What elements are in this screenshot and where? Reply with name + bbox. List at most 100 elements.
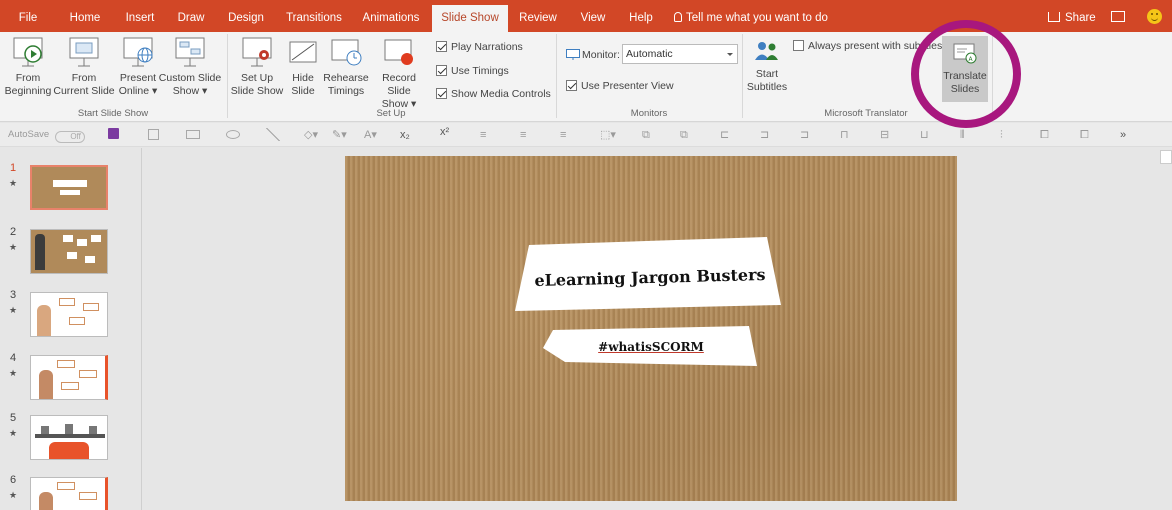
thumb-bubble-shape <box>59 298 75 306</box>
align-left-icon[interactable]: ≡ <box>480 129 486 141</box>
from-current-slide-button[interactable]: From Current Slide <box>52 36 116 98</box>
rehearse-timings-button[interactable]: Rehearse Timings <box>322 36 370 98</box>
align-objects-center-icon[interactable]: ⊐ <box>760 129 769 141</box>
tab-view[interactable]: View <box>574 0 612 32</box>
lightbulb-icon <box>674 12 682 22</box>
send-backward-icon[interactable]: ⧉ <box>680 129 688 141</box>
share-button[interactable]: Share <box>1048 0 1096 32</box>
current-slide[interactable]: eLearning Jargon Busters #whatisSCORM <box>345 156 957 501</box>
tab-review[interactable]: Review <box>514 0 562 32</box>
tab-file[interactable]: File <box>8 0 48 32</box>
tab-slide-show[interactable]: Slide Show <box>432 5 508 32</box>
thumb-box-shape <box>65 424 73 434</box>
from-beginning-button[interactable]: From Beginning <box>4 36 52 98</box>
subtitles-people-icon <box>755 42 778 60</box>
align-objects-left-icon[interactable]: ⊏ <box>720 129 729 141</box>
thumb-box-shape <box>41 426 49 434</box>
more-overflow-icon[interactable]: » <box>1120 129 1126 141</box>
save-icon[interactable] <box>108 128 119 139</box>
text-box-icon[interactable] <box>148 129 159 140</box>
thumb-person-shape <box>39 370 53 399</box>
thumb-bubble-shape <box>61 382 79 390</box>
slide-subtitle[interactable]: #whatisSCORM <box>553 340 749 354</box>
rehearse-line2: Timings <box>327 85 365 97</box>
slide-thumbnail-3[interactable] <box>30 292 108 337</box>
ribbon-tab-bar: File Home Insert Draw Design Transitions… <box>0 0 1172 32</box>
font-icon[interactable]: A▾ <box>364 129 377 141</box>
slide-thumbnail-5[interactable] <box>30 415 108 460</box>
autosave-toggle[interactable]: AutoSave Off <box>8 129 85 143</box>
share-label: Share <box>1065 12 1096 24</box>
bring-forward-icon[interactable]: ⧉ <box>642 129 650 141</box>
record-line1: Record Slide <box>382 72 416 97</box>
use-presenter-view-checkbox[interactable]: Use Presenter View <box>566 80 674 93</box>
arrange-icon[interactable]: ⬚▾ <box>600 129 616 141</box>
from-current-line1: From <box>71 72 97 84</box>
present-online-button[interactable]: Present Online ▾ <box>116 36 160 98</box>
hide-slide-button[interactable]: Hide Slide <box>286 36 320 98</box>
tab-home[interactable]: Home <box>62 0 108 32</box>
slide-thumbnail-4[interactable] <box>30 355 108 400</box>
tab-transitions[interactable]: Transitions <box>282 0 346 32</box>
tell-me-search[interactable]: Tell me what you want to do <box>674 0 828 32</box>
subscript-icon[interactable]: x₂ <box>400 129 410 141</box>
vertical-scrollbar-thumb[interactable] <box>1160 150 1172 164</box>
smiley-feedback-icon[interactable] <box>1147 9 1162 24</box>
play-from-current-icon <box>69 37 99 67</box>
ribbon-separator <box>556 34 557 118</box>
star-icon: ★ <box>9 178 18 188</box>
record-slide-show-button[interactable]: Record Slide Show ▾ <box>370 36 428 111</box>
group-objects-icon[interactable]: ⧠ <box>1040 129 1049 141</box>
align-right-icon[interactable]: ≡ <box>560 129 566 141</box>
tab-insert[interactable]: Insert <box>118 0 162 32</box>
monitor-icon <box>566 49 580 60</box>
slide-thumbnail-6[interactable] <box>30 477 108 510</box>
play-narrations-checkbox[interactable]: Play Narrations <box>436 41 523 54</box>
ungroup-objects-icon[interactable]: ⧠ <box>1080 129 1089 141</box>
thumb-bubble-shape <box>83 303 99 311</box>
show-media-controls-checkbox[interactable]: Show Media Controls <box>436 88 551 101</box>
shape-outline-icon[interactable]: ✎▾ <box>332 129 347 141</box>
present-online-icon <box>123 37 153 67</box>
distribute-vertical-icon[interactable]: ⫶ <box>1000 129 1003 141</box>
rectangle-icon[interactable] <box>186 130 200 139</box>
set-up-line2: Slide Show <box>230 85 284 97</box>
tab-draw[interactable]: Draw <box>172 0 210 32</box>
set-up-slide-show-button[interactable]: Set Up Slide Show <box>228 36 286 98</box>
thumb-title-shape <box>53 180 87 187</box>
align-bottom-icon[interactable]: ⊔ <box>920 129 929 141</box>
hide-slide-line2: Slide <box>291 85 315 97</box>
shape-fill-icon[interactable]: ◇▾ <box>304 129 318 141</box>
chevron-down-icon <box>727 53 733 56</box>
distribute-horizontal-icon[interactable]: ⫴ <box>960 129 965 141</box>
align-top-icon[interactable]: ⊓ <box>840 129 849 141</box>
tab-animations[interactable]: Animations <box>358 0 424 32</box>
start-subtitles-line2: Subtitles <box>746 81 788 93</box>
tab-help[interactable]: Help <box>622 0 660 32</box>
slide-thumbnail-1[interactable] <box>30 165 108 210</box>
custom-slide-show-button[interactable]: Custom Slide Show ▾ <box>158 36 222 98</box>
star-icon: ★ <box>9 305 18 315</box>
group-label-set-up: Set Up <box>376 108 406 119</box>
use-timings-checkbox[interactable]: Use Timings <box>436 65 509 78</box>
from-current-line2: Current Slide <box>53 85 115 97</box>
set-up-show-icon <box>242 37 272 67</box>
monitor-dropdown[interactable]: Automatic <box>622 44 738 64</box>
tab-design[interactable]: Design <box>222 0 270 32</box>
slide-thumbnail-2[interactable] <box>30 229 108 274</box>
comments-icon[interactable] <box>1111 11 1125 22</box>
align-objects-right-icon[interactable]: ⊐ <box>800 129 809 141</box>
start-subtitles-button[interactable]: Start Subtitles <box>744 40 790 94</box>
line-icon[interactable] <box>266 128 280 141</box>
thumb-note-shape <box>77 239 87 246</box>
autosave-label: AutoSave <box>8 129 50 140</box>
align-center-icon[interactable]: ≡ <box>520 129 526 141</box>
thumbnail-number: 5 <box>10 412 17 424</box>
monitor-label-row: Monitor: <box>566 49 620 62</box>
align-middle-icon[interactable]: ⊟ <box>880 129 889 141</box>
oval-icon[interactable] <box>226 130 240 139</box>
autosave-state: Off <box>70 132 81 141</box>
superscript-icon[interactable]: x² <box>440 126 449 138</box>
record-icon <box>384 39 413 65</box>
thumbnail-number: 3 <box>10 289 17 301</box>
